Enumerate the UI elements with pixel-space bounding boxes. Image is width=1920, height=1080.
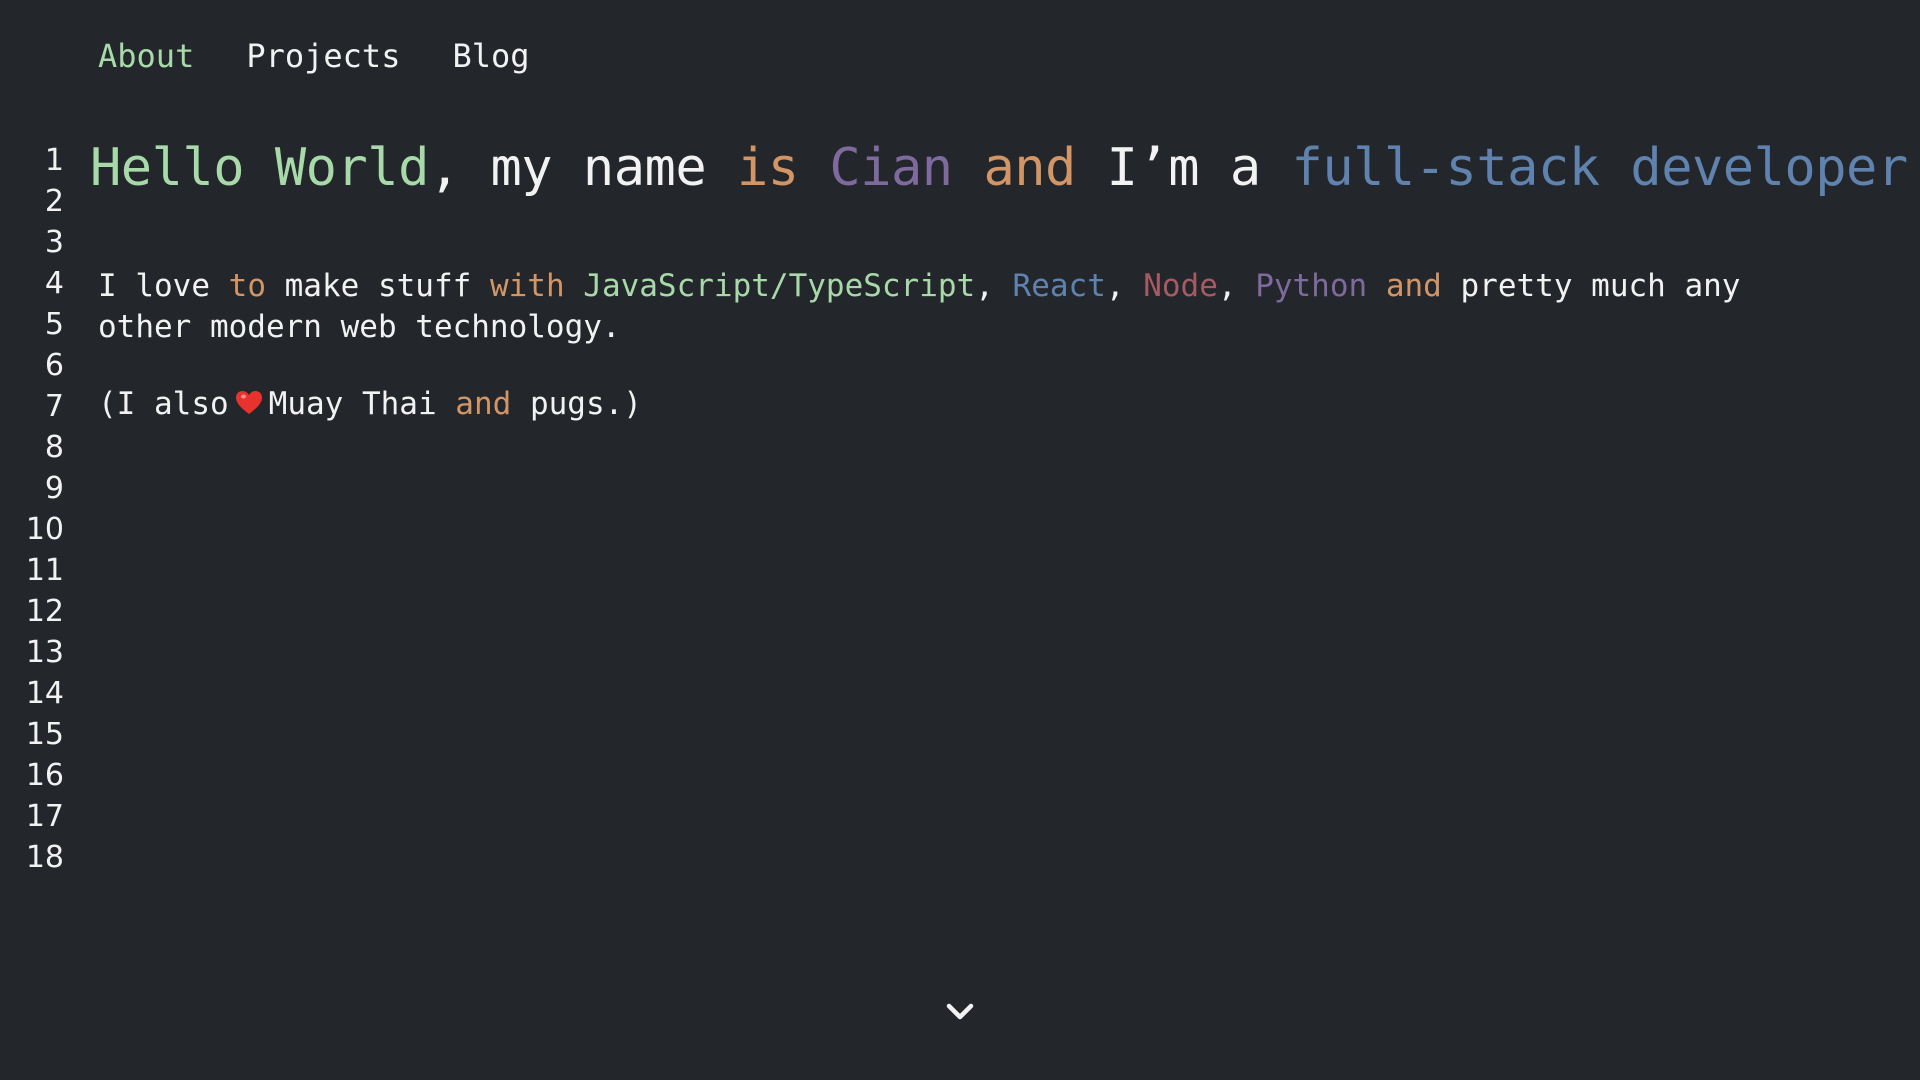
line-number: 2 (44, 184, 64, 219)
line-number: 13 (25, 635, 64, 670)
intro-text: make stuff (265, 268, 490, 304)
headline-space (953, 138, 984, 198)
hobbies-text: pugs.) (511, 386, 642, 422)
intro-text: , (1105, 268, 1144, 304)
intro-paragraph: I love to make stuff with JavaScript/Typ… (98, 266, 1740, 348)
headline-text: , my name (428, 138, 737, 198)
nav-about-link[interactable]: About (98, 34, 194, 78)
line-number: 1 (44, 143, 64, 178)
heart-icon (235, 386, 263, 427)
line-number: 10 (25, 512, 64, 547)
tech-javascript: JavaScript/TypeScript (583, 268, 976, 304)
tech-python: Python (1255, 268, 1368, 304)
hobbies-text: (I also (98, 386, 229, 422)
line-number: 6 (44, 348, 64, 383)
nav-projects-link[interactable]: Projects (246, 34, 400, 78)
line-number: 5 (44, 307, 64, 342)
line-number: 3 (44, 225, 64, 260)
intro-text: , (1217, 268, 1256, 304)
line-number-gutter: 1 2 3 4 5 6 7 8 9 10 11 12 13 14 15 16 1… (0, 140, 64, 878)
page-headline: Hello World, my name is Cian and I’m a f… (90, 136, 1920, 200)
hobbies-text: Muay Thai (268, 386, 456, 422)
tech-node: Node (1143, 268, 1218, 304)
headline-role: full-stack developer. (1291, 138, 1920, 198)
keyword-and: and (455, 386, 512, 422)
line-number: 15 (25, 717, 64, 752)
line-number: 8 (44, 430, 64, 465)
line-number: 4 (44, 266, 64, 301)
intro-text: , (975, 268, 1013, 304)
intro-line-1: I love to make stuff with JavaScript/Typ… (98, 266, 1740, 307)
intro-text (1367, 268, 1386, 304)
line-number: 14 (25, 676, 64, 711)
line-number: 17 (25, 799, 64, 834)
headline-keyword-is: is (736, 138, 799, 198)
headline-text: I’m a (1075, 138, 1292, 198)
nav-blog-link[interactable]: Blog (452, 34, 529, 78)
intro-line-2: other modern web technology. (98, 309, 621, 345)
top-nav: About Projects Blog (98, 34, 582, 78)
keyword-with: with (489, 268, 565, 304)
chevron-down-icon[interactable] (944, 1000, 976, 1024)
headline-space (799, 138, 830, 198)
line-number: 9 (44, 471, 64, 506)
keyword-and: and (1385, 268, 1442, 304)
keyword-to: to (228, 268, 266, 304)
line-number: 12 (25, 594, 64, 629)
intro-text (565, 268, 584, 304)
line-number: 11 (25, 553, 64, 588)
tech-react: React (1012, 268, 1106, 304)
headline-greeting: Hello World (90, 138, 429, 198)
intro-text: pretty much any (1441, 268, 1741, 304)
headline-keyword-and: and (983, 138, 1076, 198)
line-number: 7 (44, 389, 64, 424)
intro-text: I love (98, 268, 229, 304)
line-number: 18 (25, 840, 64, 875)
line-number: 16 (25, 758, 64, 793)
headline-name: Cian (829, 138, 953, 198)
hobbies-paragraph: (I also Muay Thai and pugs.) (98, 384, 642, 427)
